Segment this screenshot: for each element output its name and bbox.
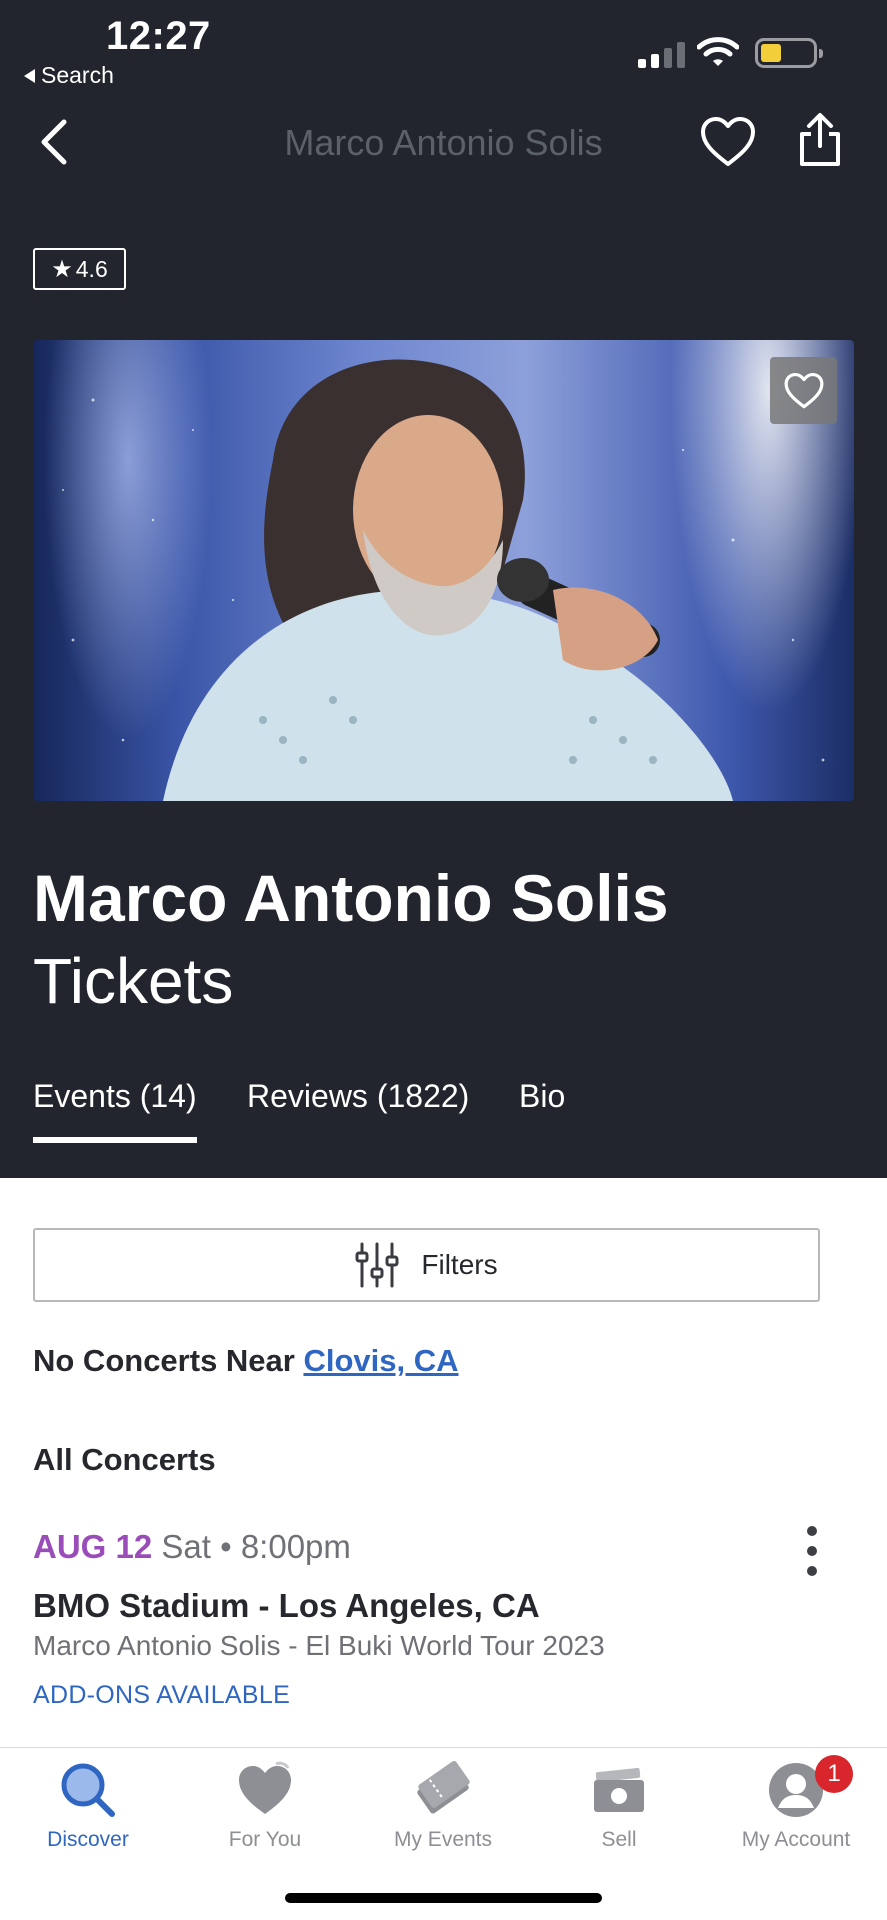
artist-name: Marco Antonio Solis: [33, 861, 669, 935]
singer-illustration: [62, 359, 825, 801]
filters-label: Filters: [421, 1249, 498, 1280]
artist-subtitle: Tickets: [33, 945, 234, 1017]
tab-sell[interactable]: Sell: [539, 1760, 699, 1852]
no-concerts-prefix: No Concerts Near: [33, 1343, 304, 1378]
active-tab-indicator: [33, 1137, 197, 1143]
tab-my-events[interactable]: My Events: [363, 1760, 523, 1852]
back-to-search-link[interactable]: Search: [24, 62, 114, 89]
notification-badge: 1: [815, 1755, 853, 1793]
section-title: All Concerts: [33, 1442, 216, 1477]
back-triangle-icon: [24, 68, 35, 83]
home-indicator[interactable]: [285, 1893, 602, 1903]
cellular-signal-icon: [638, 42, 685, 68]
tab-events[interactable]: Events (14): [33, 1078, 197, 1115]
status-time: 12:27: [106, 14, 211, 58]
tab-my-account-label: My Account: [741, 1828, 851, 1851]
event-date: AUG 12 Sat • 8:00pm: [33, 1528, 351, 1566]
tab-bio[interactable]: Bio: [519, 1078, 565, 1115]
tab-for-you-label: For You: [228, 1828, 302, 1851]
event-month-day: AUG 12: [33, 1528, 153, 1565]
tab-for-you[interactable]: For You: [185, 1760, 345, 1852]
sell-icon: [594, 1767, 644, 1812]
event-venue[interactable]: BMO Stadium - Los Angeles, CA: [33, 1587, 540, 1625]
event-day-time: Sat • 8:00pm: [161, 1528, 351, 1565]
share-icon[interactable]: [796, 112, 844, 168]
event-tour-name: Marco Antonio Solis - El Buki World Tour…: [33, 1630, 605, 1661]
heart-icon: [239, 1761, 291, 1814]
rating-value: 4.6: [75, 255, 108, 282]
event-more-options-icon[interactable]: [800, 1526, 824, 1576]
filters-button[interactable]: Filters: [33, 1228, 820, 1302]
back-chevron-icon[interactable]: [36, 118, 70, 166]
tab-sell-label: Sell: [601, 1828, 637, 1851]
discover-icon: [61, 1763, 115, 1817]
battery-icon: [755, 38, 823, 68]
tab-my-events-label: My Events: [393, 1828, 493, 1851]
image-favorite-button[interactable]: [770, 357, 837, 424]
tab-discover-label: Discover: [47, 1828, 129, 1851]
favorite-heart-icon[interactable]: [700, 116, 756, 168]
location-link[interactable]: Clovis, CA: [303, 1343, 458, 1378]
star-icon: ★: [51, 255, 73, 283]
tickets-icon: [417, 1760, 470, 1814]
event-addons-label: ADD-ONS AVAILABLE: [33, 1681, 291, 1709]
sliders-icon: [355, 1242, 399, 1288]
rating-badge: ★ 4.6: [33, 248, 126, 290]
artist-hero-image: [33, 340, 854, 801]
tab-reviews[interactable]: Reviews (1822): [247, 1078, 469, 1115]
back-to-search-label: Search: [41, 62, 114, 88]
no-concerts-near: No Concerts Near Clovis, CA: [33, 1343, 459, 1379]
nav-title: Marco Antonio Solis: [284, 122, 603, 163]
wifi-icon: [697, 37, 739, 66]
tab-discover[interactable]: Discover: [8, 1760, 168, 1852]
heart-outline-icon: [784, 372, 823, 408]
